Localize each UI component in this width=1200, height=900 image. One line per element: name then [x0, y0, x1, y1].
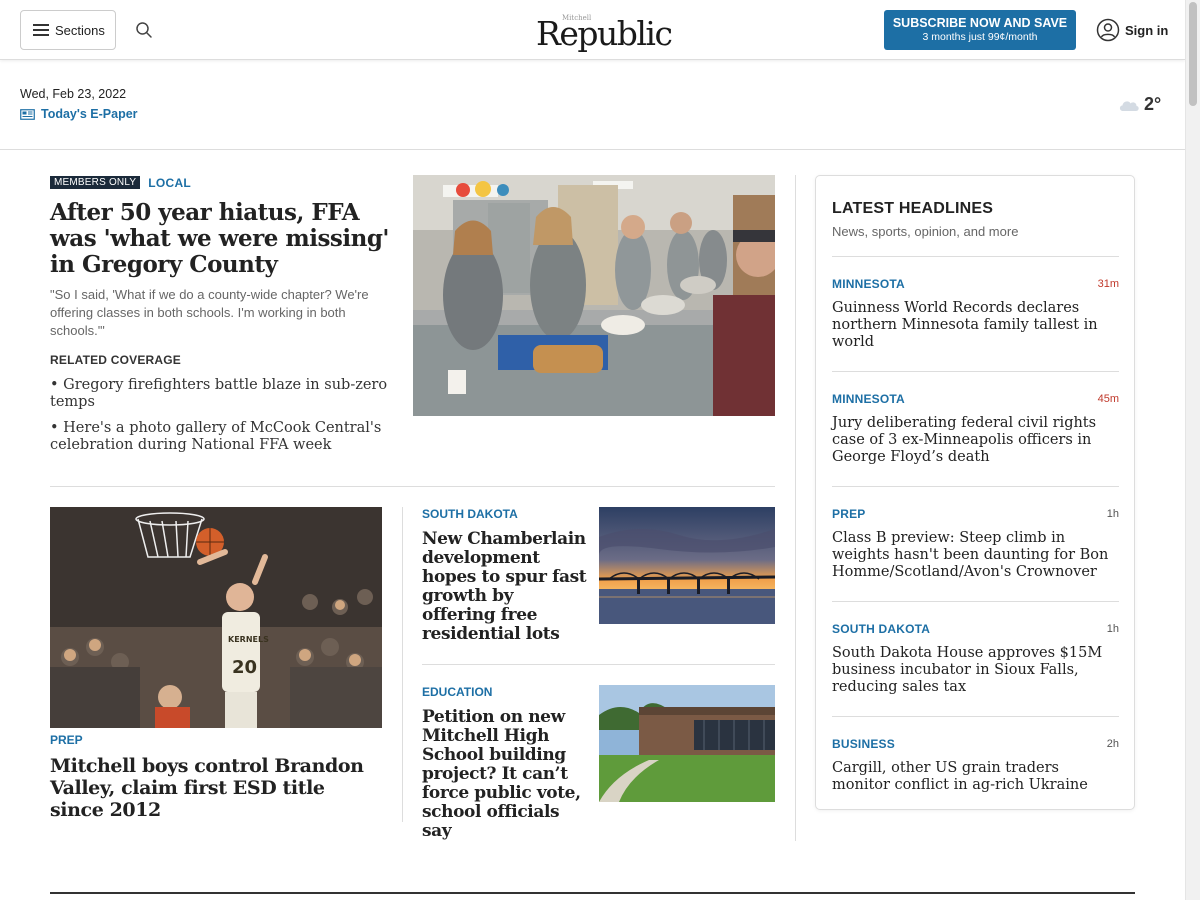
related-link[interactable]: • Gregory firefighters battle blaze in s… — [50, 377, 395, 411]
headline-title[interactable]: Cargill, other US grain traders monitor … — [832, 760, 1119, 794]
lead-headline[interactable]: After 50 year hiatus, FFA was 'what we w… — [50, 200, 395, 278]
basketball-story-image[interactable]: KERNELS 20 — [50, 507, 382, 728]
section-rule — [50, 892, 1135, 894]
mitchell-school-headline[interactable]: Petition on new Mitchell High School bui… — [422, 708, 587, 841]
sections-button[interactable]: Sections — [20, 10, 116, 50]
headline-title[interactable]: Class B preview: Steep climb in weights … — [832, 530, 1119, 581]
column-divider — [402, 507, 403, 822]
date-bar: Wed, Feb 23, 2022 Today's E-Paper 2° — [0, 60, 1185, 150]
newspaper-icon — [20, 108, 35, 120]
search-icon[interactable] — [134, 20, 154, 40]
headline-time: 45m — [1097, 393, 1119, 405]
headline-kicker[interactable]: PREP — [832, 507, 865, 521]
lead-kicker[interactable]: LOCAL — [148, 176, 191, 190]
basketball-headline[interactable]: Mitchell boys control Brandon Valley, cl… — [50, 755, 380, 821]
headline-kicker[interactable]: MINNESOTA — [832, 277, 905, 291]
chamberlain-story-image[interactable] — [599, 507, 775, 624]
members-only-badge: MEMBERS ONLY — [50, 176, 141, 189]
chamberlain-kicker[interactable]: SOUTH DAKOTA — [422, 507, 518, 521]
latest-headlines-panel: LATEST HEADLINES News, sports, opinion, … — [815, 175, 1135, 810]
chamberlain-headline[interactable]: New Chamberlain development hopes to spu… — [422, 530, 587, 644]
column-divider — [795, 175, 796, 841]
basketball-kicker[interactable]: PREP — [50, 733, 83, 747]
jersey-text: KERNELS — [228, 635, 269, 644]
jersey-number: 20 — [232, 657, 257, 678]
site-logo[interactable]: Mitchell Republic — [536, 8, 673, 53]
headline-time: 1h — [1106, 508, 1119, 520]
headline-item[interactable]: MINNESOTA 31m Guinness World Records dec… — [832, 256, 1119, 371]
cloud-icon — [1119, 100, 1139, 111]
site-header: Sections Mitchell Republic SUBSCRIBE NOW… — [0, 0, 1185, 60]
education-kicker[interactable]: EDUCATION — [422, 685, 492, 699]
section-divider — [50, 486, 775, 487]
subscribe-main-label: SUBSCRIBE NOW AND SAVE — [892, 16, 1068, 30]
sign-in-label: Sign in — [1125, 22, 1169, 38]
subscribe-sub-label: 3 months just 99¢/month — [922, 31, 1038, 43]
headline-title[interactable]: Jury deliberating federal civil rights c… — [832, 415, 1119, 466]
latest-headlines-title: LATEST HEADLINES — [832, 200, 994, 217]
headline-kicker[interactable]: SOUTH DAKOTA — [832, 622, 930, 636]
lead-story: MEMBERS ONLY LOCAL After 50 year hiatus,… — [50, 175, 395, 454]
weather-widget[interactable]: 2° — [1118, 94, 1161, 115]
epaper-link[interactable]: Today's E-Paper — [20, 107, 138, 121]
headline-item[interactable]: BUSINESS 2h Cargill, other US grain trad… — [832, 716, 1119, 806]
headline-time: 2h — [1106, 738, 1119, 750]
headline-item[interactable]: SOUTH DAKOTA 1h South Dakota House appro… — [832, 601, 1119, 716]
headline-time: 1h — [1106, 623, 1119, 635]
epaper-label: Today's E-Paper — [41, 107, 138, 121]
temperature: 2° — [1144, 94, 1162, 114]
headline-kicker[interactable]: BUSINESS — [832, 737, 895, 751]
sign-in-button[interactable]: Sign in — [1096, 18, 1168, 42]
hamburger-icon — [33, 24, 49, 36]
subscribe-button[interactable]: SUBSCRIBE NOW AND SAVE 3 months just 99¢… — [884, 10, 1076, 50]
latest-headlines-subtitle: News, sports, opinion, and more — [832, 224, 1019, 239]
lead-story-image[interactable] — [413, 175, 775, 416]
user-account-icon — [1096, 18, 1120, 42]
related-coverage-label: RELATED COVERAGE — [50, 353, 181, 367]
mitchell-school-story-image[interactable] — [599, 685, 775, 802]
related-link[interactable]: • Here's a photo gallery of McCook Centr… — [50, 420, 395, 454]
current-date: Wed, Feb 23, 2022 — [20, 87, 127, 101]
story-divider — [422, 664, 775, 665]
page-scrollbar[interactable] — [1185, 0, 1200, 900]
lead-summary: "So I said, 'What if we do a county-wide… — [50, 287, 369, 338]
headline-item[interactable]: PREP 1h Class B preview: Steep climb in … — [832, 486, 1119, 601]
scrollbar-thumb[interactable] — [1189, 2, 1197, 106]
sections-label: Sections — [55, 22, 105, 38]
headline-title[interactable]: Guinness World Records declares northern… — [832, 300, 1119, 351]
headline-time: 31m — [1097, 278, 1119, 290]
headline-kicker[interactable]: MINNESOTA — [832, 392, 905, 406]
logo-main-text: Republic — [536, 14, 673, 53]
headline-title[interactable]: South Dakota House approves $15M busines… — [832, 645, 1119, 696]
headline-item[interactable]: MINNESOTA 45m Jury deliberating federal … — [832, 371, 1119, 486]
